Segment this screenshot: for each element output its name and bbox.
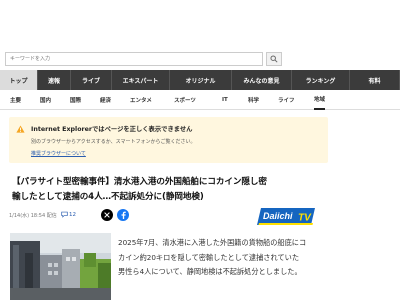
facebook-icon [121,211,126,219]
category-tab-economy[interactable]: 経済 [100,90,111,110]
article-photo[interactable] [10,233,111,300]
notice-title: Internet Explorerではページを正しく表示できません [31,126,193,133]
article-body: 2025年7月、清水港に入港した外国籍の貨物船の船底にコ カイン約20キロを隠し… [118,236,333,280]
search-input[interactable] [5,52,263,66]
notice-message: 別のブラウザーからアクセスするか、スマートフォンからご覧ください。 [31,139,196,145]
category-tab-it[interactable]: IT [222,90,228,110]
browser-warning-notice: Internet Explorerではページを正しく表示できません 別のブラウザ… [9,117,328,163]
headline-line: 輸したとして逮捕の4人…不起訴処分に(静岡地検) [12,192,204,202]
article-headline: 【パラサイト型密輸事件】清水港入港の外国船舶にコカイン隠し密 輸したとして逮捕の… [12,175,332,205]
category-tab-domestic[interactable]: 国内 [40,90,51,110]
article-body-line: カイン約20キロを隠して密輸したとして逮捕されていた [118,252,300,262]
category-tab-entertainment[interactable]: エンタメ [130,90,152,110]
comment-count: 12 [69,211,76,218]
svg-text:Daiichi: Daiichi [263,211,293,221]
search-icon [270,55,278,63]
nav-tab-original[interactable]: オリジナル [170,70,232,90]
category-tab-science[interactable]: 科学 [248,90,259,110]
category-nav: 主要 国内 国際 経済 エンタメ スポーツ IT 科学 ライフ 地域 [0,90,400,110]
article-body-line: 2025年7月、清水港に入港した外国籍の貨物船の船底にコ [118,238,307,247]
article-meta: 1/14(水) 18:54 配信 12 [9,208,129,223]
category-tab-sports[interactable]: スポーツ [174,90,196,110]
nav-tab-live[interactable]: ライブ [71,70,112,90]
x-share-button[interactable] [101,209,113,221]
comments-link[interactable]: 12 [61,211,76,218]
nav-tab-breaking[interactable]: 速報 [38,70,71,90]
category-tab-world[interactable]: 国際 [70,90,81,110]
warning-icon [16,125,25,133]
recommended-browsers-link[interactable]: 推奨ブラウザーについて [31,150,86,157]
nav-tab-paid[interactable]: 有料 [350,70,400,90]
search-button[interactable] [266,52,282,66]
daiichi-tv-logo[interactable]: Daiichi TV [257,208,315,225]
publish-date: 1/14(水) 18:54 配信 [9,213,57,219]
x-logo-icon [104,212,110,218]
nav-tab-opinion[interactable]: みんなの意見 [232,70,292,90]
category-tab-main[interactable]: 主要 [10,90,21,110]
nav-tab-expert[interactable]: エキスパート [112,70,170,90]
svg-text:TV: TV [298,213,312,224]
facebook-share-button[interactable] [117,209,129,221]
comment-bubble-icon [61,211,68,218]
category-tab-life[interactable]: ライフ [278,90,295,110]
main-nav: トップ 速報 ライブ エキスパート オリジナル みんなの意見 ランキング 有料 [0,70,400,90]
nav-tab-top[interactable]: トップ [0,70,38,90]
nav-tab-ranking[interactable]: ランキング [292,70,350,90]
category-tab-local[interactable]: 地域 [314,90,326,110]
header [0,0,400,70]
headline-line: 【パラサイト型密輸事件】清水港入港の外国船舶にコカイン隠し密 [12,177,267,187]
sidebar [338,111,400,300]
article-body-line: 男性ら4人について、静岡地検は不起訴処分としました。 [118,267,302,276]
